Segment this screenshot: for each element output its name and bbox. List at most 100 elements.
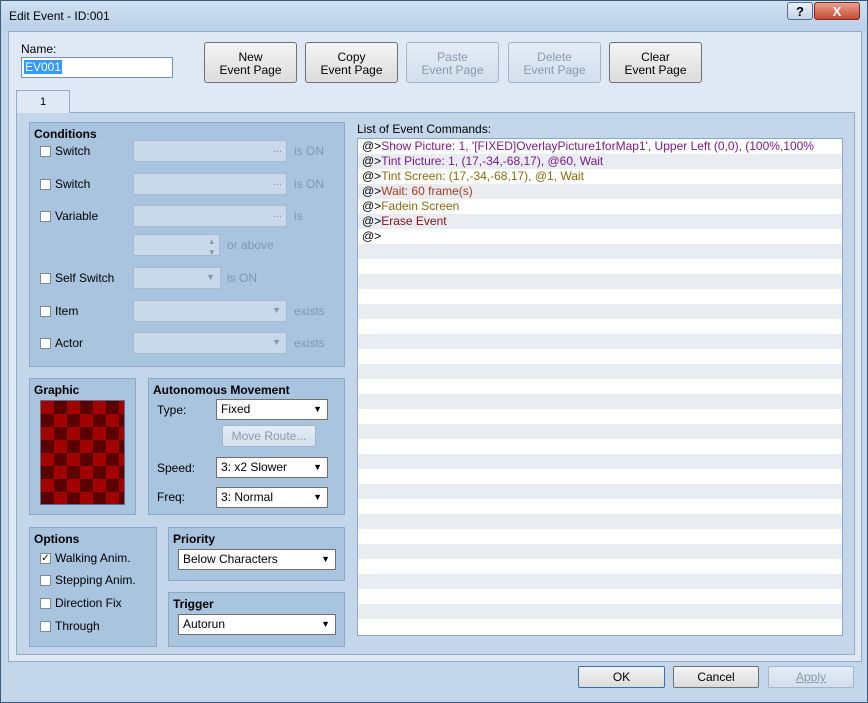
event-page-panel: Conditions Switch ... is ON Switch ... i… (16, 112, 855, 655)
tab-page-1[interactable]: 1 (16, 90, 70, 113)
actor-suffix: exists (294, 336, 325, 350)
name-label: Name: (21, 42, 57, 56)
help-button[interactable]: ? (787, 2, 813, 20)
empty-row[interactable] (358, 334, 842, 349)
cancel-button[interactable]: Cancel (673, 666, 759, 688)
ok-button[interactable]: OK (578, 666, 665, 688)
stepping-anim-label: Stepping Anim. (55, 573, 136, 587)
close-button[interactable]: X (814, 2, 860, 20)
title-bar[interactable]: Edit Event - ID:001 ? X (1, 1, 867, 31)
clear-event-page-button[interactable]: Clear Event Page (609, 42, 702, 83)
direction-fix-checkbox[interactable] (40, 598, 51, 609)
self-switch-label: Self Switch (55, 271, 115, 285)
empty-row[interactable] (358, 319, 842, 334)
empty-row[interactable] (358, 439, 842, 454)
through-checkbox[interactable] (40, 621, 51, 632)
name-field[interactable]: EV001 (21, 57, 173, 78)
empty-row[interactable] (358, 364, 842, 379)
switch2-checkbox[interactable] (40, 179, 51, 190)
item-label: Item (55, 304, 79, 318)
walking-anim-checkbox[interactable]: ✓ (40, 553, 51, 564)
command-row[interactable]: @>Tint Picture: 1, (17,-34,-68,17), @60,… (358, 154, 842, 169)
empty-row[interactable] (358, 619, 842, 634)
variable-select[interactable]: ... (133, 205, 287, 227)
item-checkbox[interactable] (40, 306, 51, 317)
speed-value: 3: x2 Slower (221, 460, 288, 474)
trigger-select[interactable]: Autorun ▼ (178, 614, 336, 635)
trigger-value: Autorun (183, 617, 226, 631)
item-suffix: exists (294, 304, 325, 318)
self-switch-checkbox[interactable] (40, 273, 51, 284)
delete-event-page-button[interactable]: Delete Event Page (508, 42, 601, 83)
switch1-label: Switch (55, 144, 91, 158)
command-row[interactable]: @> (358, 229, 842, 244)
new-event-page-button[interactable]: New Event Page (204, 42, 297, 83)
paste-event-page-button[interactable]: Paste Event Page (406, 42, 499, 83)
freq-value: 3: Normal (221, 490, 274, 504)
empty-row[interactable] (358, 604, 842, 619)
freq-select[interactable]: 3: Normal ▼ (216, 487, 328, 508)
empty-row[interactable] (358, 499, 842, 514)
empty-row[interactable] (358, 544, 842, 559)
type-select[interactable]: Fixed ▼ (216, 399, 328, 420)
empty-row[interactable] (358, 274, 842, 289)
speed-select[interactable]: 3: x2 Slower ▼ (216, 457, 328, 478)
empty-row[interactable] (358, 289, 842, 304)
empty-row[interactable] (358, 259, 842, 274)
empty-row[interactable] (358, 304, 842, 319)
empty-row[interactable] (358, 589, 842, 604)
walking-anim-label: Walking Anim. (55, 551, 131, 565)
command-text: Tint Picture: 1, (17,-34,-68,17), @60, W… (381, 154, 604, 168)
self-switch-select[interactable]: ▼ (133, 267, 221, 289)
options-title: Options (34, 532, 80, 546)
actor-select[interactable]: ▼ (133, 332, 287, 354)
empty-row[interactable] (358, 379, 842, 394)
empty-row[interactable] (358, 469, 842, 484)
empty-row[interactable] (358, 454, 842, 469)
command-text: Wait: 60 frame(s) (381, 184, 473, 198)
empty-row[interactable] (358, 349, 842, 364)
command-row[interactable]: @>Show Picture: 1, '[FIXED]OverlayPictur… (358, 139, 842, 154)
move-route-button[interactable]: Move Route... (222, 425, 316, 447)
switch2-select[interactable]: ... (133, 173, 287, 195)
graphic-preview[interactable] (40, 400, 125, 505)
empty-row[interactable] (358, 244, 842, 259)
actor-checkbox[interactable] (40, 338, 51, 349)
command-row[interactable]: @>Erase Event (358, 214, 842, 229)
trigger-group: Trigger Autorun ▼ (168, 592, 345, 647)
or-above-label: or above (227, 238, 274, 252)
item-select[interactable]: ▼ (133, 300, 287, 322)
empty-row[interactable] (358, 484, 842, 499)
spinner-arrows-icon: ▴ ▾ (209, 236, 214, 257)
command-text: Show Picture: 1, '[FIXED]OverlayPicture1… (381, 139, 814, 153)
empty-row[interactable] (358, 409, 842, 424)
command-row[interactable]: @>Wait: 60 frame(s) (358, 184, 842, 199)
copy-event-page-button[interactable]: Copy Event Page (305, 42, 398, 83)
stepping-anim-checkbox[interactable] (40, 575, 51, 586)
event-commands-list[interactable]: @> Show Picture: 1, '[FIXED]OverlayPictur… (357, 138, 843, 636)
copy-event-page-line2: Event Page (320, 63, 383, 77)
delete-event-page-line2: Event Page (523, 63, 586, 77)
switch2-label: Switch (55, 177, 91, 191)
new-event-page-line1: New (238, 50, 263, 64)
switch1-select[interactable]: ... (133, 140, 287, 162)
options-group: Options ✓ Walking Anim. Stepping Anim. D… (29, 527, 157, 647)
empty-row[interactable] (358, 559, 842, 574)
variable-value-spinner[interactable]: ▴ ▾ (133, 234, 220, 257)
command-row[interactable]: @>Fadein Screen (358, 199, 842, 214)
through-label: Through (55, 619, 100, 633)
empty-row[interactable] (358, 529, 842, 544)
variable-checkbox[interactable] (40, 211, 51, 222)
priority-select[interactable]: Below Characters ▼ (178, 549, 336, 570)
direction-fix-label: Direction Fix (55, 596, 122, 610)
actor-label: Actor (55, 336, 84, 350)
switch1-checkbox[interactable] (40, 146, 51, 157)
event-commands-title: List of Event Commands: (357, 122, 492, 136)
empty-row[interactable] (358, 394, 842, 409)
variable-label: Variable (55, 209, 99, 223)
empty-row[interactable] (358, 424, 842, 439)
command-row[interactable]: @>Tint Screen: (17,-34,-68,17), @1, Wait (358, 169, 842, 184)
empty-row[interactable] (358, 514, 842, 529)
apply-button[interactable]: Apply (768, 666, 854, 688)
empty-row[interactable] (358, 574, 842, 589)
